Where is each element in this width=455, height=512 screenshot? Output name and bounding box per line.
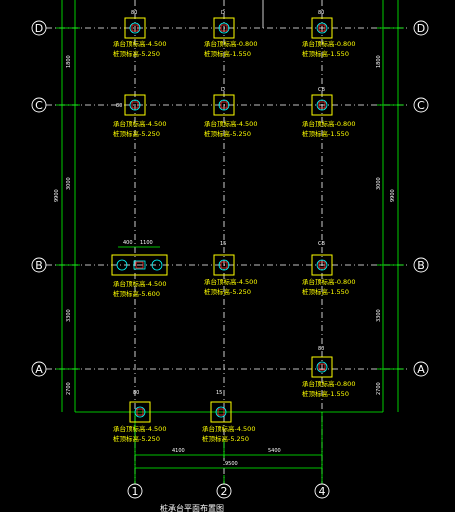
cap-top-elevation: 承台顶标高-4.500 xyxy=(113,424,166,433)
pile-top-elevation: 桩顶标高-1.550 xyxy=(302,287,349,296)
cap-top-elevation: 承台顶标高-4.500 xyxy=(113,119,166,128)
dimension-texts: 1800 3000 3300 2700 9900 1800 3000 3300 … xyxy=(54,55,396,467)
cap-tag: CB xyxy=(318,87,325,93)
axis-label-4: 4 xyxy=(319,485,326,498)
dim-left-total: 9900 xyxy=(54,189,60,202)
axis-label-C-left: C xyxy=(35,99,43,112)
column-axis-bubbles: 1 2 4 xyxy=(127,475,330,499)
pile-top-elevation: 桩顶标高-5.250 xyxy=(113,49,160,58)
cap-top-elevation: 承台顶标高-0.800 xyxy=(302,277,355,286)
dim-bottom-1: 4100 xyxy=(172,448,185,454)
pile-cap[interactable]: CB 承台顶标高-0.800 桩顶标高-1.550 xyxy=(302,87,355,138)
pile-cap[interactable]: 15 承台顶标高-4.500 桩顶标高-5.250 xyxy=(202,390,255,443)
dim-right-3: 3300 xyxy=(376,309,382,322)
cap-tag: 80 xyxy=(116,103,122,109)
cap-top-elevation: 承台顶标高-4.500 xyxy=(204,119,257,128)
cap-top-elevation: 承台顶标高-0.800 xyxy=(204,39,257,48)
dim-left-3: 3300 xyxy=(66,309,72,322)
pile-top-elevation: 桩顶标高-5.250 xyxy=(204,129,251,138)
dimension-lines xyxy=(56,0,404,475)
axis-label-D-right: D xyxy=(417,22,425,35)
cap-tag: 80 xyxy=(131,10,137,16)
pile-cap[interactable]: D 承台顶标高-4.500 桩顶标高-5.250 xyxy=(204,87,257,138)
pile-top-elevation: 桩顶标高-5.250 xyxy=(113,434,160,443)
axis-label-1: 1 xyxy=(132,485,139,498)
axis-label-2: 2 xyxy=(221,485,228,498)
pile-cap[interactable]: 80 承台顶标高-4.500 桩顶标高-5.250 xyxy=(113,94,166,138)
pile-top-elevation: 桩顶标高-5.600 xyxy=(113,289,160,298)
axis-label-B-left: B xyxy=(35,259,43,272)
pile-top-elevation: 桩顶标高-1.550 xyxy=(302,129,349,138)
pile-cap-double[interactable]: 承台顶标高-4.500 桩顶标高-5.600 xyxy=(111,254,168,298)
dim-double-pile-a: 400 xyxy=(123,240,133,246)
cap-tag: 15 xyxy=(216,390,222,396)
pile-cap[interactable]: D 承台顶标高-0.800 桩顶标高-1.550 xyxy=(204,10,257,58)
pile-top-elevation: 桩顶标高-5.250 xyxy=(202,434,249,443)
axis-label-C-right: C xyxy=(417,99,425,112)
cap-tag: 80 xyxy=(318,10,324,16)
pile-caps: 80 承台顶标高-4.500 桩顶标高-5.250 D 承台顶标高-0.800 … xyxy=(111,10,355,443)
axis-label-A-left: A xyxy=(35,363,43,376)
dim-right-total: 9900 xyxy=(390,189,396,202)
cap-tag: 15 xyxy=(220,241,226,247)
pile-top-elevation: 桩顶标高-1.550 xyxy=(204,49,251,58)
pile-cap[interactable]: 80 承台顶标高-4.500 桩顶标高-5.250 xyxy=(113,10,166,58)
pile-top-elevation: 桩顶标高-5.250 xyxy=(204,287,251,296)
cad-drawing: 1800 3000 3300 2700 9900 1800 3000 3300 … xyxy=(0,0,455,512)
pile-cap[interactable]: 80 承台顶标高-0.800 桩顶标高-1.550 xyxy=(302,346,355,398)
cap-top-elevation: 承台顶标高-0.800 xyxy=(302,119,355,128)
pile-cap[interactable]: 15 承台顶标高-4.500 桩顶标高-5.250 xyxy=(204,241,257,296)
grid-lines xyxy=(46,0,410,484)
cap-tag: D xyxy=(221,10,225,16)
dim-right-2: 3000 xyxy=(376,177,382,190)
dim-left-4: 2700 xyxy=(66,382,72,395)
cap-tag: CB xyxy=(318,241,325,247)
pile-top-elevation: 桩顶标高-1.550 xyxy=(302,49,349,58)
dim-left-2: 3000 xyxy=(66,177,72,190)
dim-right-1: 1800 xyxy=(376,55,382,68)
cap-tag: 80 xyxy=(133,390,139,396)
cap-tag: 80 xyxy=(318,346,324,352)
axis-label-D-left: D xyxy=(35,22,43,35)
pile-cap[interactable]: CB 承台顶标高-0.800 桩顶标高-1.550 xyxy=(302,241,355,296)
row-axis-bubbles: D D C C B B A A xyxy=(31,20,429,377)
foundation-plan-canvas: 1800 3000 3300 2700 9900 1800 3000 3300 … xyxy=(31,0,429,512)
pile-cap[interactable]: 80 承台顶标高-0.800 桩顶标高-1.550 xyxy=(302,10,355,58)
pile-top-elevation: 桩顶标高-1.550 xyxy=(302,389,349,398)
dim-bottom-total: 9500 xyxy=(225,461,238,467)
pile-cap[interactable]: 80 承台顶标高-4.500 桩顶标高-5.250 xyxy=(113,390,166,443)
pile-top-elevation: 桩顶标高-5.250 xyxy=(113,129,160,138)
cap-top-elevation: 承台顶标高-0.800 xyxy=(302,39,355,48)
axis-label-B-right: B xyxy=(417,259,425,272)
dim-double-pile-b: 1100 xyxy=(140,240,153,246)
drawing-title: 桩承台平面布置图 xyxy=(160,503,224,512)
cap-top-elevation: 承台顶标高-4.500 xyxy=(204,277,257,286)
dim-right-4: 2700 xyxy=(376,382,382,395)
cap-top-elevation: 承台顶标高-4.500 xyxy=(113,39,166,48)
cap-top-elevation: 承台顶标高-4.500 xyxy=(202,424,255,433)
cap-tag: D xyxy=(221,87,225,93)
dim-left-1: 1800 xyxy=(66,55,72,68)
dim-bottom-2: 5400 xyxy=(268,448,281,454)
cap-top-elevation: 承台顶标高-0.800 xyxy=(302,379,355,388)
axis-label-A-right: A xyxy=(417,363,425,376)
cap-top-elevation: 承台顶标高-4.500 xyxy=(113,279,166,288)
